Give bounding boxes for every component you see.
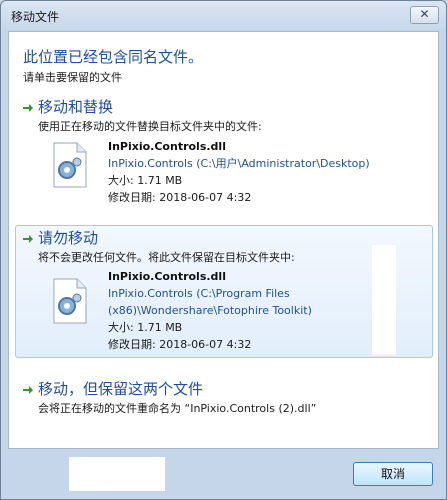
dialog-content: 此位置已经包含同名文件。 请单击要保留的文件 移动和替换 使用正在移动的文件替换… [8, 31, 439, 449]
file-name: InPixio.Controls.dll [108, 270, 226, 283]
redaction-block [69, 457, 165, 491]
file-info: InPixio.Controls.dll InPixio.Controls (C… [108, 268, 312, 353]
option-move-and-replace[interactable]: 移动和替换 使用正在移动的文件替换目标文件夹中的文件: InPixio.Cont… [15, 94, 433, 204]
file-path-line-1: InPixio.Controls (C:\Program Files [108, 287, 290, 300]
file-modified: 修改日期: 2018-06-07 4:32 [108, 338, 252, 351]
green-arrow-icon [23, 235, 33, 243]
option-title: 请勿移动 [38, 229, 99, 247]
file-modified: 修改日期: 2018-06-07 4:32 [108, 191, 252, 204]
conflict-subheading: 请单击要保留的文件 [23, 71, 122, 84]
file-size: 大小: 1.71 MB [108, 321, 183, 334]
redaction-block [372, 245, 396, 355]
file-path-line-2: (x86)\Wondershare\Fotophire Toolkit) [108, 304, 312, 317]
dll-file-icon [53, 142, 87, 188]
option-description: 使用正在移动的文件替换目标文件夹中的文件: [38, 120, 262, 133]
title-bar[interactable]: 移动文件 ✕ [1, 1, 446, 29]
option-description: 将不会更改任何文件。将此文件保留在目标文件夹中: [38, 251, 295, 264]
option-title: 移动和替换 [38, 98, 114, 116]
green-arrow-icon [23, 386, 33, 394]
file-size: 大小: 1.71 MB [108, 174, 183, 187]
conflict-heading: 此位置已经包含同名文件。 [23, 48, 204, 66]
move-file-dialog: 移动文件 ✕ 此位置已经包含同名文件。 请单击要保留的文件 移动和替换 使用正在… [0, 0, 447, 500]
green-arrow-icon [23, 104, 33, 112]
window-title: 移动文件 [11, 10, 60, 24]
option-keep-both[interactable]: 移动，但保留这两个文件 会将正在移动的文件重命名为 “InPixio.Contr… [15, 376, 433, 422]
file-name: InPixio.Controls.dll [108, 140, 226, 153]
file-info: InPixio.Controls.dll InPixio.Controls (C… [108, 138, 370, 206]
close-button[interactable]: ✕ [410, 6, 439, 24]
file-path: InPixio.Controls (C:\用户\Administrator\De… [108, 157, 370, 170]
dll-file-icon [53, 278, 87, 324]
cancel-button[interactable]: 取消 [353, 462, 433, 486]
option-do-not-move[interactable]: 请勿移动 将不会更改任何文件。将此文件保留在目标文件夹中: InPixio.Co… [15, 225, 433, 358]
option-title: 移动，但保留这两个文件 [38, 380, 204, 398]
option-description: 会将正在移动的文件重命名为 “InPixio.Controls (2).dll” [38, 402, 317, 415]
